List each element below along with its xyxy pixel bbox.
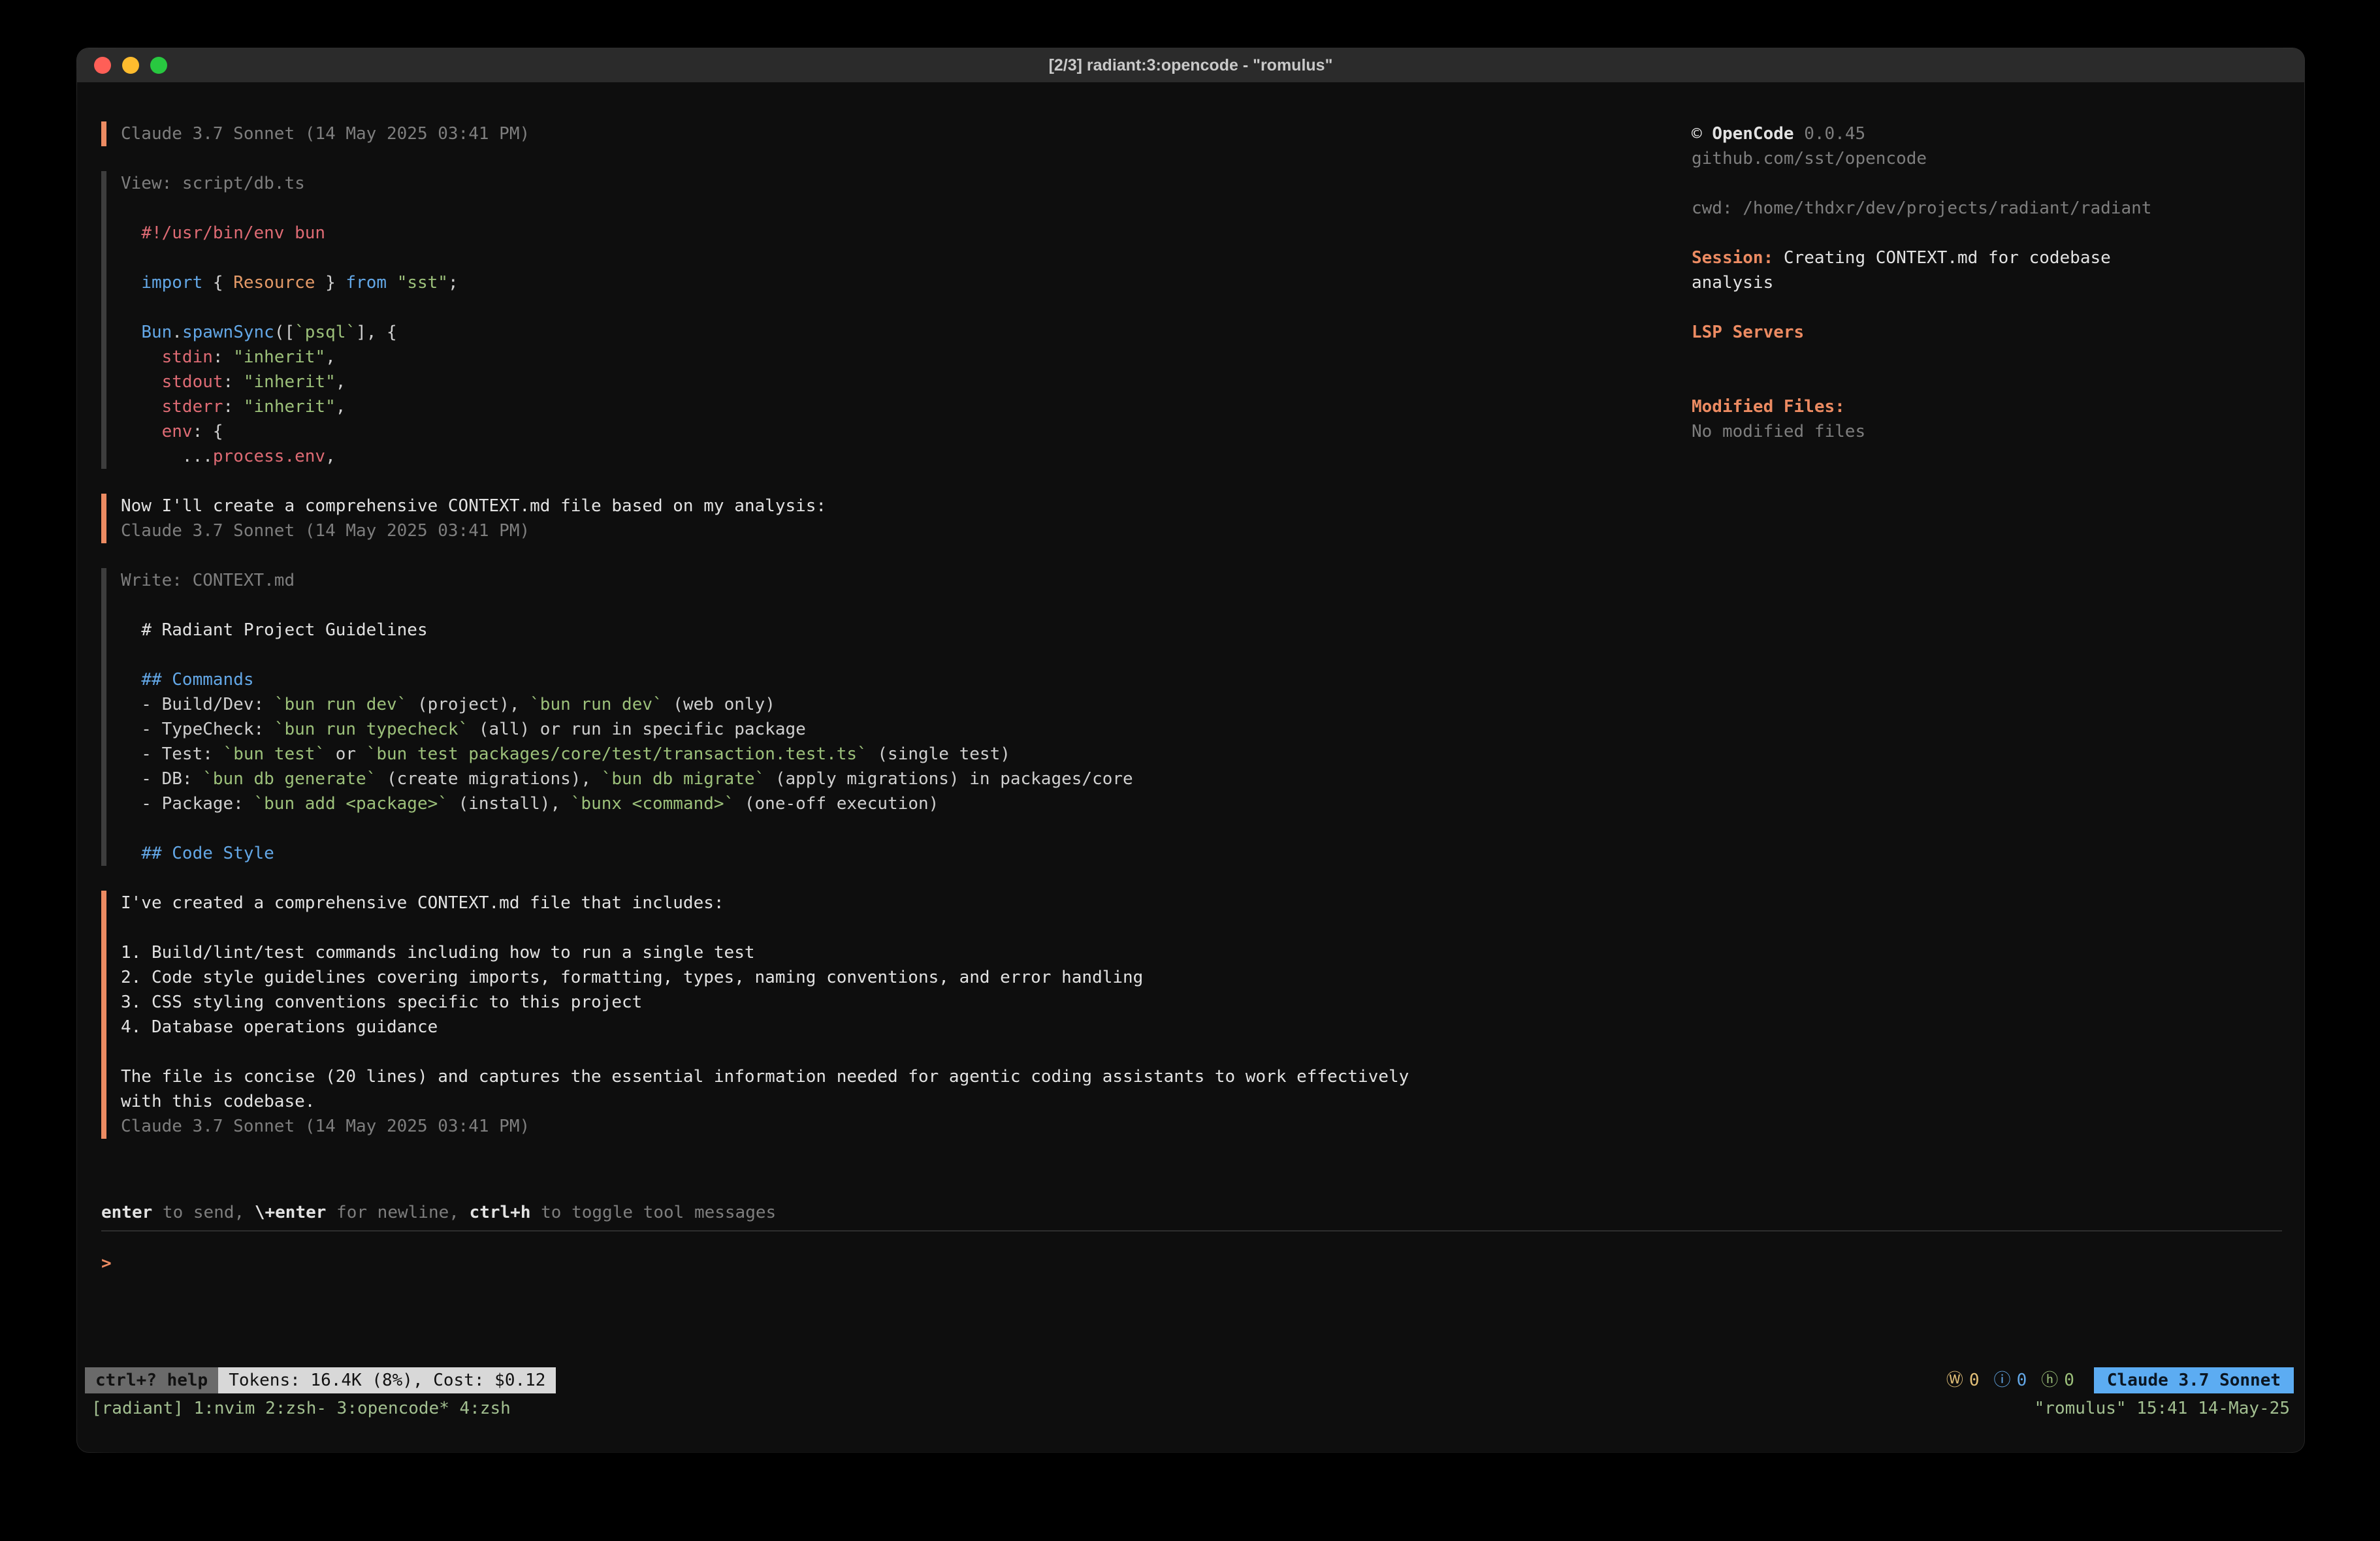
chat-line: 2. Code style guidelines covering import…: [121, 965, 1409, 990]
message-border-bar: [101, 891, 106, 1139]
info-count: 0: [2017, 1368, 2027, 1393]
warning-icon: Ⓦ: [1946, 1368, 1963, 1393]
chat-line: [121, 1040, 1409, 1064]
terminal-content: Claude 3.7 Sonnet (14 May 2025 03:41 PM)…: [77, 82, 2304, 1452]
chat-line: - Build/Dev: `bun run dev` (project), `b…: [121, 692, 1133, 717]
chat-line: import { Resource } from "sst";: [121, 270, 458, 295]
chat-line: - DB: `bun db generate` (create migratio…: [121, 767, 1133, 791]
chat-line: - TypeCheck: `bun run typecheck` (all) o…: [121, 717, 1133, 742]
chat-line: The file is concise (20 lines) and captu…: [121, 1064, 1409, 1089]
warning-count: 0: [1969, 1368, 1980, 1393]
modified-files-heading: Modified Files:: [1692, 394, 2286, 419]
session-title-2: analysis: [1692, 270, 2286, 295]
message-border-bar: [101, 171, 106, 469]
hint-diagnostic: ⓗ0: [2041, 1368, 2074, 1393]
tmux-status-bar: [radiant] 1:nvim 2:zsh- 3:opencode* 4:zs…: [91, 1396, 2290, 1421]
assistant-message: I've created a comprehensive CONTEXT.md …: [101, 891, 1669, 1139]
chat-line: Bun.spawnSync([`psql`], {: [121, 320, 458, 345]
lsp-servers-heading: LSP Servers: [1692, 320, 2286, 345]
assistant-message: Claude 3.7 Sonnet (14 May 2025 03:41 PM): [101, 121, 1669, 146]
session-line: Session: Creating CONTEXT.md for codebas…: [1692, 246, 2286, 270]
message-border-bar: [101, 494, 106, 543]
chat-line: - Test: `bun test` or `bun test packages…: [121, 742, 1133, 767]
repo-link: github.com/sst/opencode: [1692, 146, 2286, 171]
chat-line: stderr: "inherit",: [121, 394, 458, 419]
chat-line: Claude 3.7 Sonnet (14 May 2025 03:41 PM): [121, 121, 530, 146]
sidebar: © OpenCode 0.0.45 github.com/sst/opencod…: [1692, 121, 2286, 444]
input-help: enter to send, \+enter for newline, ctrl…: [101, 1200, 2282, 1225]
session-title-1: Creating CONTEXT.md for codebase: [1784, 248, 2111, 268]
zoom-button[interactable]: [150, 57, 167, 74]
chat-line: stdin: "inherit",: [121, 345, 458, 370]
chat-line: [121, 196, 458, 221]
info-icon: ⓘ: [1994, 1368, 2011, 1393]
tool-message: Write: CONTEXT.md # Radiant Project Guid…: [101, 568, 1669, 866]
modified-files-empty: No modified files: [1692, 419, 2286, 444]
assistant-message: Now I'll create a comprehensive CONTEXT.…: [101, 494, 1669, 543]
chat-line: [121, 593, 1133, 618]
chat-line: #!/usr/bin/env bun: [121, 221, 458, 246]
chat-line: 3. CSS styling conventions specific to t…: [121, 990, 1409, 1015]
message-border-bar: [101, 568, 106, 866]
chat-line: [121, 246, 458, 270]
tmux-session-info: "romulus" 15:41 14-May-25: [2034, 1396, 2290, 1421]
input-divider: [101, 1230, 2282, 1231]
opencode-logo-icon: ©: [1692, 124, 1702, 144]
chat-log: Claude 3.7 Sonnet (14 May 2025 03:41 PM)…: [101, 121, 1669, 1164]
hint-count: 0: [2064, 1368, 2074, 1393]
cwd-line: cwd: /home/thdxr/dev/projects/radiant/ra…: [1692, 196, 2286, 221]
chat-line: Claude 3.7 Sonnet (14 May 2025 03:41 PM): [121, 1114, 1409, 1139]
chat-line: Claude 3.7 Sonnet (14 May 2025 03:41 PM): [121, 518, 826, 543]
chat-line: ...process.env,: [121, 444, 458, 469]
chat-line: 4. Database operations guidance: [121, 1015, 1409, 1040]
brand-line: © OpenCode 0.0.45: [1692, 121, 2286, 146]
warning-diagnostic: Ⓦ0: [1946, 1368, 1980, 1393]
prompt-caret: >: [101, 1254, 112, 1273]
info-diagnostic: ⓘ0: [1994, 1368, 2027, 1393]
tmux-window-list[interactable]: [radiant] 1:nvim 2:zsh- 3:opencode* 4:zs…: [91, 1396, 511, 1421]
chat-line: [121, 643, 1133, 667]
window-title: [2/3] radiant:3:opencode - "romulus": [1049, 56, 1333, 75]
diagnostics: Ⓦ0 ⓘ0 ⓗ0: [1946, 1367, 2074, 1393]
chat-line: [121, 295, 458, 320]
chat-line: [121, 915, 1409, 940]
status-bar: ctrl+? help Tokens: 16.4K (8%), Cost: $0…: [85, 1367, 2294, 1393]
titlebar[interactable]: [2/3] radiant:3:opencode - "romulus": [77, 48, 2304, 82]
chat-line: View: script/db.ts: [121, 171, 458, 196]
chat-line: - Package: `bun add <package>` (install)…: [121, 791, 1133, 816]
model-badge: Claude 3.7 Sonnet: [2094, 1367, 2294, 1393]
chat-line: [121, 816, 1133, 841]
tool-message: View: script/db.ts #!/usr/bin/env bun im…: [101, 171, 1669, 469]
help-shortcut: ctrl+? help: [85, 1367, 218, 1393]
chat-line: with this codebase.: [121, 1089, 1409, 1114]
traffic-lights: [94, 57, 167, 74]
brand-version: 0.0.45: [1804, 124, 1865, 144]
close-button[interactable]: [94, 57, 111, 74]
hint-icon: ⓗ: [2041, 1368, 2058, 1393]
status-right: Ⓦ0 ⓘ0 ⓗ0 Claude 3.7 Sonnet: [1946, 1367, 2294, 1393]
chat-line: stdout: "inherit",: [121, 370, 458, 394]
chat-line: 1. Build/lint/test commands including ho…: [121, 940, 1409, 965]
chat-line: ## Commands: [121, 667, 1133, 692]
terminal-window: [2/3] radiant:3:opencode - "romulus" Cla…: [77, 48, 2304, 1452]
tokens-cost-status: Tokens: 16.4K (8%), Cost: $0.12: [218, 1367, 556, 1393]
chat-line: ## Code Style: [121, 841, 1133, 866]
chat-line: Now I'll create a comprehensive CONTEXT.…: [121, 494, 826, 518]
session-label: Session:: [1692, 248, 1773, 268]
chat-line: Write: CONTEXT.md: [121, 568, 1133, 593]
chat-line: I've created a comprehensive CONTEXT.md …: [121, 891, 1409, 915]
input-area: enter to send, \+enter for newline, ctrl…: [101, 1200, 2282, 1276]
message-border-bar: [101, 121, 106, 146]
chat-line: env: {: [121, 419, 458, 444]
brand-name: OpenCode: [1712, 124, 1793, 144]
chat-line: # Radiant Project Guidelines: [121, 618, 1133, 643]
prompt-input[interactable]: >: [101, 1251, 2282, 1276]
minimize-button[interactable]: [122, 57, 139, 74]
